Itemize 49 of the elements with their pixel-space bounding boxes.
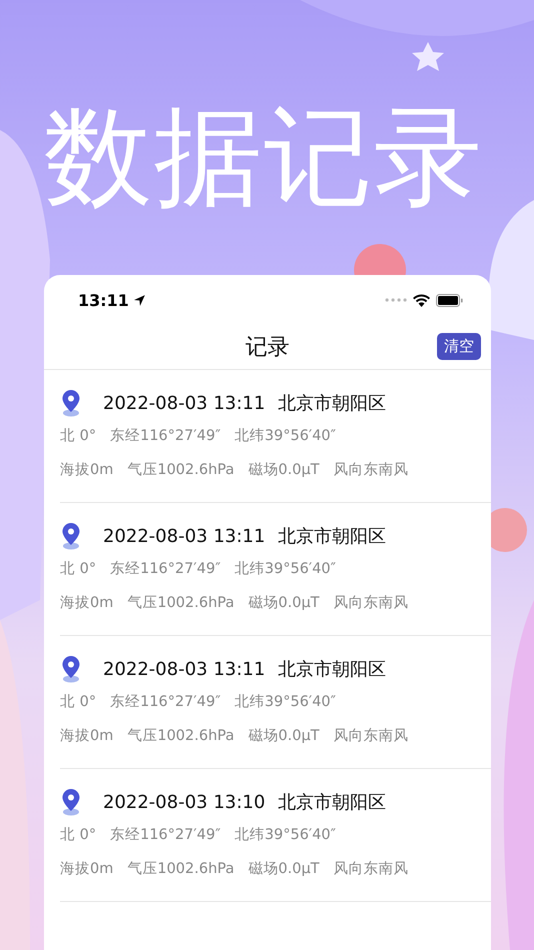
longitude-value: 东经116°27′49″ bbox=[110, 826, 221, 845]
latitude-value: 北纬39°56′40″ bbox=[234, 427, 336, 446]
heading-value: 北 0° bbox=[60, 427, 96, 446]
battery-icon bbox=[436, 294, 463, 306]
pressure-value: 气压1002.6hPa bbox=[127, 727, 234, 746]
heading-value: 北 0° bbox=[60, 560, 96, 579]
location-pin-icon bbox=[60, 655, 82, 683]
wind-value: 风向东南风 bbox=[333, 860, 408, 879]
record-datetime: 2022-08-03 13:11 bbox=[103, 392, 266, 414]
magnetic-value: 磁场0.0μT bbox=[248, 727, 320, 746]
latitude-value: 北纬39°56′40″ bbox=[234, 826, 336, 845]
magnetic-value: 磁场0.0μT bbox=[248, 461, 320, 480]
star-icon bbox=[412, 42, 444, 71]
magnetic-value: 磁场0.0μT bbox=[248, 860, 320, 879]
record-place: 北京市朝阳区 bbox=[278, 791, 386, 814]
wind-value: 风向东南风 bbox=[333, 594, 408, 613]
location-arrow-icon bbox=[132, 294, 146, 306]
pressure-value: 气压1002.6hPa bbox=[127, 860, 234, 879]
location-pin-icon bbox=[60, 522, 82, 550]
heading-value: 北 0° bbox=[60, 826, 96, 845]
record-datetime: 2022-08-03 13:10 bbox=[103, 792, 266, 812]
pressure-value: 气压1002.6hPa bbox=[127, 594, 234, 613]
longitude-value: 东经116°27′49″ bbox=[110, 692, 221, 712]
longitude-value: 东经116°27′49″ bbox=[110, 560, 221, 579]
record-datetime: 2022-08-03 13:11 bbox=[103, 658, 266, 680]
altitude-value: 海拔0m bbox=[60, 860, 114, 879]
longitude-value: 东经116°27′49″ bbox=[110, 426, 221, 446]
location-pin-icon bbox=[60, 788, 82, 816]
altitude-value: 海拔0m bbox=[60, 727, 114, 746]
status-time: 13:11 bbox=[78, 290, 129, 310]
record-place: 北京市朝阳区 bbox=[278, 525, 386, 548]
record-place: 北京市朝阳区 bbox=[278, 392, 386, 415]
pressure-value: 气压1002.6hPa bbox=[127, 461, 234, 480]
location-pin-icon bbox=[60, 389, 82, 417]
page-title: 记录 bbox=[246, 334, 290, 362]
wind-value: 风向东南风 bbox=[333, 460, 408, 480]
latitude-value: 北纬39°56′40″ bbox=[234, 560, 336, 579]
record-place: 北京市朝阳区 bbox=[278, 658, 386, 681]
signal-icon bbox=[385, 298, 407, 302]
altitude-value: 海拔0m bbox=[60, 594, 114, 613]
clear-button[interactable]: 清空 bbox=[437, 333, 481, 360]
latitude-value: 北纬39°56′40″ bbox=[234, 693, 336, 712]
headline: 数据记录 bbox=[44, 94, 485, 222]
record-datetime: 2022-08-03 13:11 bbox=[103, 526, 266, 546]
wifi-icon bbox=[413, 294, 430, 306]
heading-value: 北 0° bbox=[60, 693, 96, 712]
wind-value: 风向东南风 bbox=[333, 726, 408, 746]
altitude-value: 海拔0m bbox=[60, 461, 114, 480]
magnetic-value: 磁场0.0μT bbox=[248, 594, 320, 613]
